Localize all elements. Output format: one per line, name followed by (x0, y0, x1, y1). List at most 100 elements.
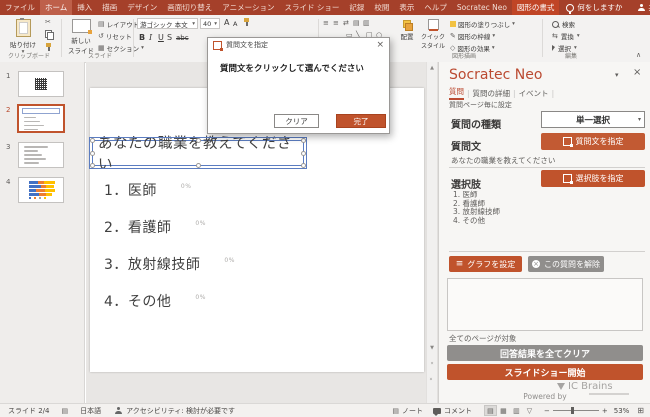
comments-toggle[interactable]: コメント (444, 406, 472, 416)
tab-animations[interactable]: アニメーション (217, 0, 279, 15)
tab-separator: | (552, 89, 555, 98)
dialog-done-button[interactable]: 完了 (336, 114, 386, 128)
choice-item-3[interactable]: 3．放射線技師0% (104, 254, 235, 274)
arrange-button[interactable]: 配置 (396, 20, 418, 41)
strikethrough-button[interactable]: abc (176, 34, 189, 42)
selection-handle[interactable] (196, 163, 201, 168)
tab-home[interactable]: ホーム (40, 0, 72, 15)
question-list-box[interactable] (447, 278, 643, 331)
accessibility-status[interactable]: アクセシビリティ: 検討が必要です (126, 406, 235, 416)
selection-handle[interactable] (90, 151, 95, 156)
slideshow-view-button[interactable]: ▽ (523, 405, 536, 416)
cut-button[interactable]: ✂ (45, 18, 51, 26)
slide-thumbnail-1[interactable] (18, 71, 64, 97)
set-choices-button[interactable]: 選択肢を指定 (541, 170, 645, 187)
tab-design[interactable]: デザイン (122, 0, 162, 15)
clear-formatting-button[interactable] (243, 18, 251, 28)
reading-view-button[interactable]: ▥ (510, 405, 523, 416)
pane-close-button[interactable]: × (633, 67, 641, 78)
collapse-ribbon-button[interactable]: ∧ (636, 51, 641, 59)
zoom-level[interactable]: 53% (614, 407, 630, 415)
tell-me-box[interactable]: 何をしますか (559, 0, 629, 15)
tab-help[interactable]: ヘルプ (419, 0, 452, 15)
underline-button[interactable]: U (158, 33, 164, 42)
shape-outline-button[interactable]: ✎ 図形の枠線 ▾ (450, 31, 495, 41)
find-button[interactable]: 検索 (552, 19, 575, 29)
pane-tab-events[interactable]: イベント (519, 88, 549, 99)
zoom-slider[interactable] (553, 410, 599, 411)
reset-button[interactable]: ↺ リセット (98, 31, 132, 41)
language-indicator[interactable]: 日本語 (80, 406, 101, 416)
dialog-title: 質問文を指定 (226, 40, 268, 50)
share-button[interactable]: 共有 (629, 0, 650, 15)
set-question-text-button[interactable]: 質問文を指定 (541, 133, 645, 150)
choice-percent: 0% (195, 294, 206, 301)
dialog-close-button[interactable]: × (376, 40, 384, 50)
numbering-button[interactable]: ≡ (333, 19, 339, 27)
bold-button[interactable]: B (139, 33, 145, 42)
indent-button[interactable]: ⇄ (343, 19, 349, 27)
pane-tab-question[interactable]: 質問 (449, 86, 464, 100)
tab-transitions[interactable]: 画面切り替え (162, 0, 217, 15)
normal-view-button[interactable]: ▤ (484, 405, 497, 416)
fit-to-window-button[interactable]: ⊞ (637, 406, 644, 415)
slide-thumbnail-2-selected[interactable] (17, 104, 65, 133)
release-question-button[interactable]: × この質問を解除 (528, 256, 604, 272)
columns-button[interactable]: ▥ (363, 19, 370, 27)
zoom-slider-thumb[interactable] (571, 407, 574, 414)
question-type-dropdown[interactable]: 単一選択 ▾ (541, 111, 645, 128)
zoom-out-button[interactable]: − (544, 407, 550, 415)
tab-view[interactable]: 表示 (394, 0, 419, 15)
tab-draw[interactable]: 描画 (97, 0, 122, 15)
replace-button[interactable]: ⇆ 置換 ▾ (552, 31, 580, 41)
next-slide-button[interactable]: « (427, 376, 437, 382)
tab-slideshow[interactable]: スライド ショー (279, 0, 344, 15)
tab-socratec-neo[interactable]: Socratec Neo (452, 0, 512, 15)
zoom-in-button[interactable]: + (602, 407, 608, 415)
editor-scrollbar[interactable]: ▲ ▼ « « (426, 62, 438, 403)
proofing-icon[interactable]: ▤ (62, 407, 69, 415)
scroll-down-button[interactable]: ▼ (427, 345, 437, 351)
italic-button[interactable]: I (149, 33, 152, 42)
font-name-combobox[interactable]: 游ゴシック 本文 ▾ (137, 18, 198, 29)
notes-toggle[interactable]: ノート (402, 406, 423, 416)
shrink-font-button[interactable]: A (233, 20, 237, 28)
tab-shape-format[interactable]: 図形の書式 (512, 0, 560, 15)
dialog-clear-button[interactable]: クリア (274, 114, 319, 128)
line-spacing-button[interactable]: ▤ (353, 19, 360, 27)
tab-file[interactable]: ファイル (0, 0, 40, 15)
previous-slide-button[interactable]: « (427, 360, 437, 366)
slide-thumbnail-3[interactable] (18, 142, 64, 168)
shape-fill-button[interactable]: 図形の塗りつぶし ▾ (450, 19, 515, 29)
tab-review[interactable]: 校閲 (369, 0, 394, 15)
set-graph-button[interactable]: ≡ グラフを設定 (449, 256, 522, 272)
start-slideshow-button[interactable]: スライドショー開始 (447, 364, 643, 380)
selection-handle[interactable] (196, 138, 201, 143)
bullets-button[interactable]: ≡ (323, 19, 329, 27)
choice-item-2[interactable]: 2．看護師0% (104, 217, 206, 237)
pane-tab-question-details[interactable]: 質問の詳細 (473, 88, 511, 99)
new-slide-button[interactable]: 新しい スライド (66, 19, 96, 55)
paste-button[interactable]: 貼り付け ▾ (6, 19, 40, 55)
clear-all-results-button[interactable]: 回答結果を全てクリア (447, 345, 643, 361)
question-title-textbox[interactable]: あなたの職業を教えてください (92, 140, 304, 166)
selection-handle[interactable] (301, 163, 306, 168)
copy-button[interactable] (45, 30, 53, 40)
tab-record[interactable]: 記録 (344, 0, 369, 15)
choice-item-1[interactable]: 1．医師0% (104, 180, 191, 200)
notes-icon: ▤ (392, 407, 399, 415)
slide-thumbnail-4[interactable] (18, 177, 64, 203)
scroll-up-button[interactable]: ▲ (427, 65, 437, 71)
pane-options-caret[interactable]: ▾ (615, 71, 619, 79)
selection-handle[interactable] (90, 138, 95, 143)
quick-styles-button[interactable]: クイック スタイル (420, 19, 446, 50)
grow-font-button[interactable]: A (224, 18, 229, 27)
choice-item-4[interactable]: 4．その他0% (104, 291, 206, 311)
text-shadow-button[interactable]: S (167, 33, 172, 42)
selection-handle[interactable] (301, 151, 306, 156)
font-size-combobox[interactable]: 40 ▾ (200, 18, 220, 29)
slide-sorter-view-button[interactable]: ▦ (497, 405, 510, 416)
selection-handle[interactable] (90, 163, 95, 168)
tab-insert[interactable]: 挿入 (72, 0, 97, 15)
selection-handle[interactable] (301, 138, 306, 143)
